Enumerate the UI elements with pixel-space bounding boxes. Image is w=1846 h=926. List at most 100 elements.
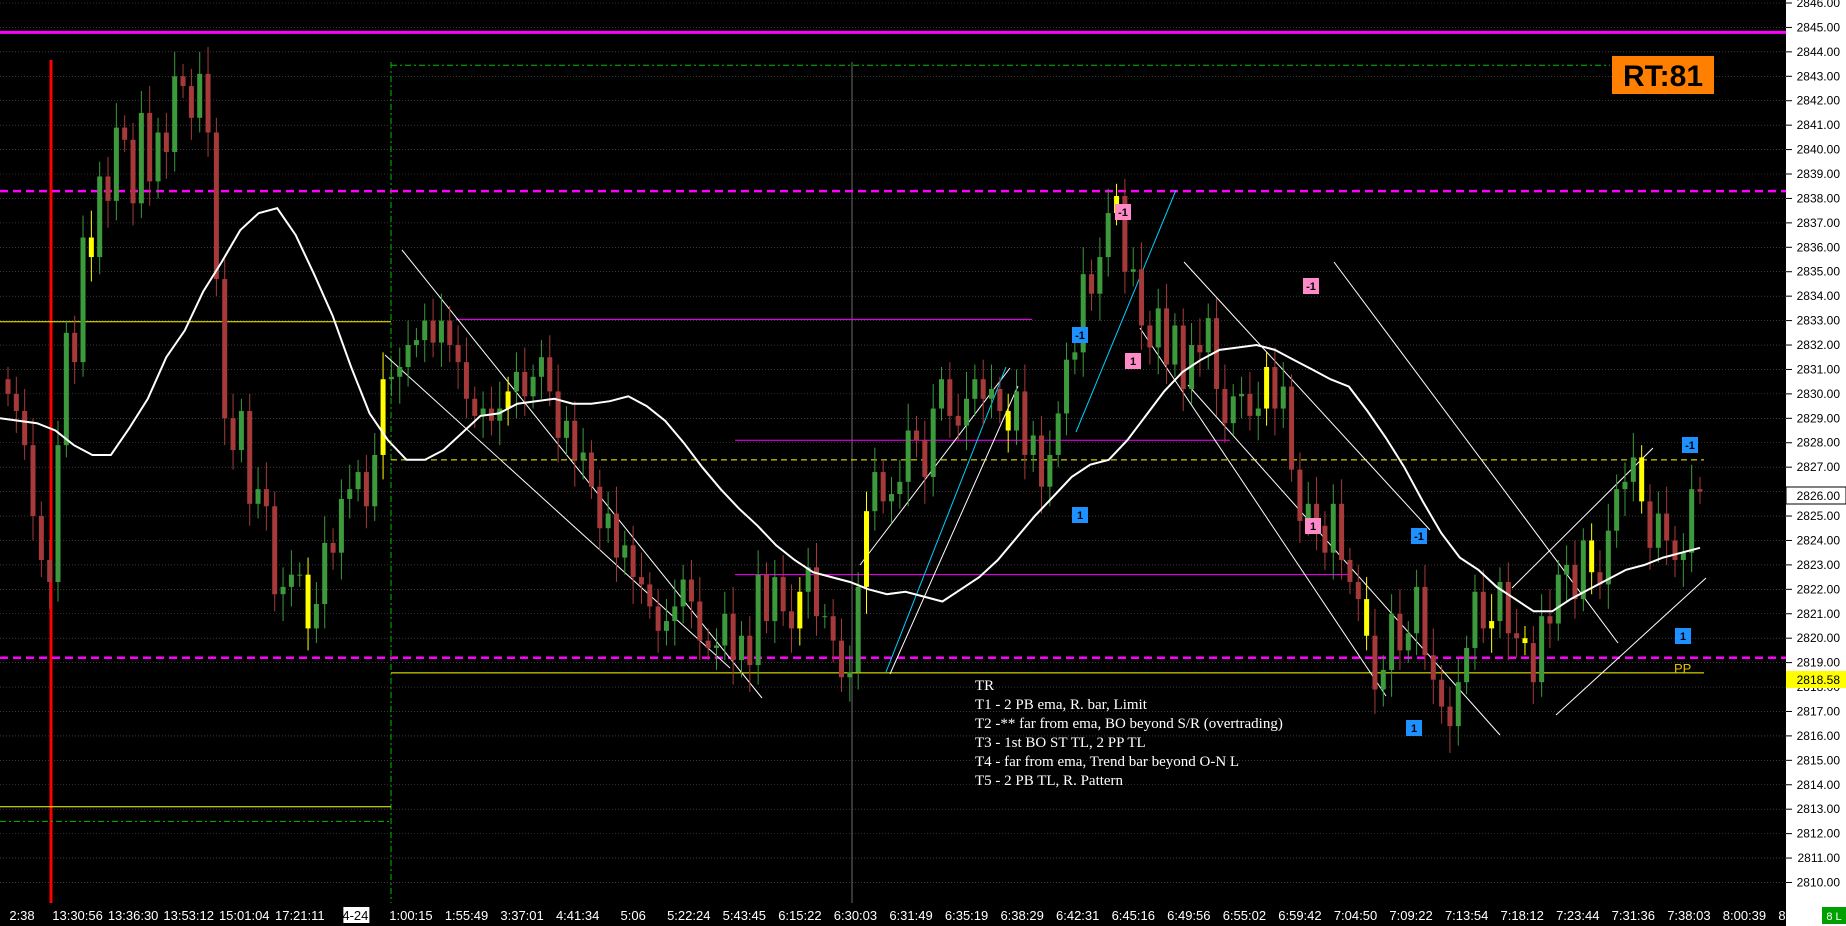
candle-body [1614,489,1620,531]
price-tick-label: 2842.00 [1797,94,1841,108]
price-tick-label: 2830.00 [1797,387,1841,401]
candle-body [413,340,419,346]
candle-body [1430,655,1436,680]
price-tick-label: 2824.00 [1797,533,1841,547]
candle-body [588,452,594,487]
price-tick-label: 2825.00 [1797,509,1841,523]
candle-body [763,574,769,622]
candle-body [1514,633,1520,639]
candle-body [922,440,928,477]
price-tick-label: 2819.00 [1797,656,1841,670]
candle-body [30,445,36,517]
candle-body [830,616,836,641]
candle-body [1630,457,1636,482]
candle-body [989,388,995,399]
status-tag-text: 8 L [1826,911,1841,923]
time-tick-label: 6:42:31 [1056,908,1099,923]
candle-body [255,489,261,504]
time-tick-label: 4-24 [342,908,368,923]
candle-body [388,376,394,380]
candle-body [163,132,169,153]
candle-body [97,176,103,258]
candle-body [772,577,778,622]
price-chart: -1 -1 1 1 -1 1 -1 1 -1 1 TR T1 - 2 PB ema, R. bar… [0,0,1846,926]
candle-body [397,367,403,377]
candle-body [1014,391,1020,431]
candle-body [338,498,344,553]
candle-body [288,574,294,587]
price-tick-label: 2812.00 [1797,827,1841,841]
time-tick-label: 8:52:03 [1778,908,1821,923]
candle-body [1347,560,1353,582]
candle-body [688,579,694,602]
time-tick-label: 6:45:16 [1112,908,1155,923]
time-tick-label: 6:59:42 [1278,908,1321,923]
price-tick-label: 2837.00 [1797,216,1841,230]
candle-body [238,410,244,451]
candle-body [105,176,111,201]
price-tick-label: 2813.00 [1797,802,1841,816]
candle-body [705,640,711,648]
candle-body [864,511,870,587]
candle-body [605,513,611,529]
candle-body [422,320,428,341]
candle-body [872,472,878,512]
candle-body [1547,616,1553,624]
candle-body [788,611,794,629]
candle-body [1197,345,1203,353]
last-price-label: 2826.00 [1797,489,1841,503]
candle-body [1097,257,1103,294]
price-tick-label: 2841.00 [1797,118,1841,132]
candle-body [1405,633,1411,651]
candle-body [580,452,586,460]
candle-body [1264,367,1270,409]
time-tick-label: 15:01:04 [219,908,270,923]
candle-body [180,76,186,87]
candle-body [680,579,686,607]
time-tick-label: 3:37:01 [500,908,543,923]
time-tick-label: 6:38:29 [1000,908,1043,923]
price-tick-label: 2810.00 [1797,875,1841,889]
price-tick-label: 2821.00 [1797,607,1841,621]
time-tick-label: 6:55:02 [1223,908,1266,923]
candle-body [1489,621,1495,629]
candle-body [964,398,970,426]
candle-body [1239,393,1245,397]
candle-body [1339,503,1345,561]
candle-body [905,430,911,482]
candle-body [655,606,661,631]
time-tick-label: 7:13:54 [1445,908,1488,923]
price-tick-label: 2834.00 [1797,289,1841,303]
price-tick-label: 2811.00 [1798,851,1841,865]
candle-body [530,376,536,397]
candle-body [1689,489,1695,553]
candle-body [405,345,411,368]
time-tick-label: 13:36:30 [108,908,159,923]
trade-marker-label: -1 [1414,531,1424,543]
trade-marker-label: 1 [1130,356,1136,368]
candle-body [1397,613,1403,651]
candle-body [1205,318,1211,353]
candle-body [1105,213,1111,258]
price-tick-label: 2832.00 [1797,338,1841,352]
candle-body [1564,564,1570,575]
time-tick-label: 6:35:19 [945,908,988,923]
candle-body [1155,308,1161,348]
candle-body [1297,469,1303,521]
candle-body [1047,454,1053,487]
price-tick-label: 2815.00 [1797,753,1841,767]
time-tick-label: 7:31:36 [1612,908,1655,923]
candle-body [747,635,753,666]
candle-body [1655,513,1661,548]
trade-marker-label: 1 [1680,631,1686,643]
candle-body [1680,552,1686,561]
candle-body [947,379,953,416]
candle-body [205,73,211,133]
candle-body [1322,525,1328,553]
candle-body [1530,643,1536,683]
candle-body [1289,386,1295,470]
candle-body [713,645,719,648]
candle-body [972,379,978,399]
candle-body [663,621,669,631]
candle-body [313,603,319,629]
